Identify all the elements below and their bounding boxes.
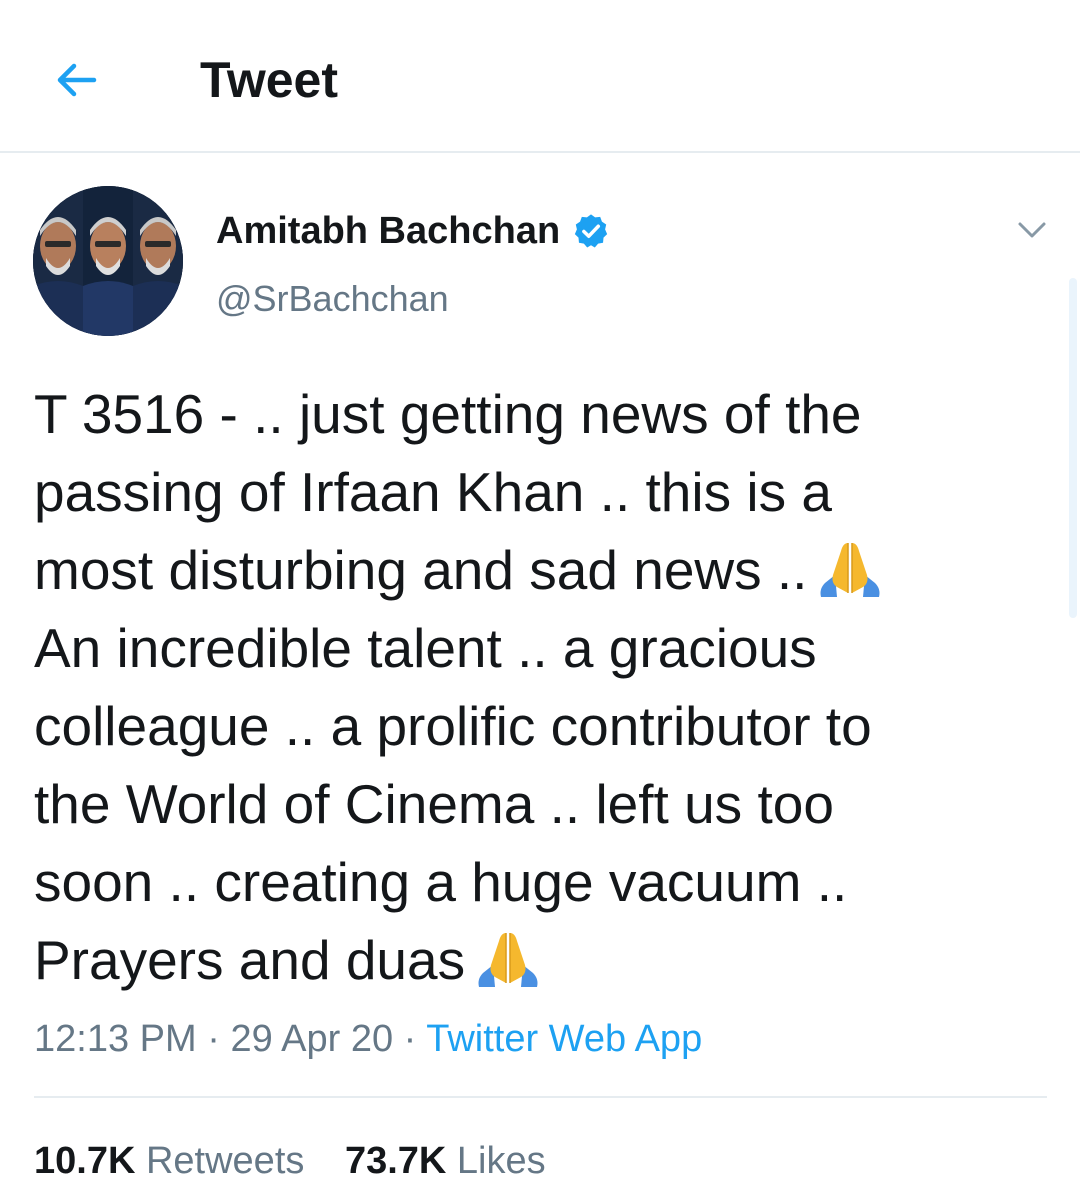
folded-hands-emoji-icon (820, 543, 880, 597)
tweet-line: soon .. creating a huge vacuum .. (34, 851, 848, 913)
retweets-count: 10.7K (34, 1140, 136, 1182)
back-button[interactable] (36, 40, 116, 120)
tweet-line: colleague .. a prolific contributor to (34, 695, 872, 757)
tweet-time: 12:13 PM (34, 1018, 197, 1060)
likes-stat[interactable]: 73.7K Likes (345, 1137, 546, 1185)
top-app-bar: Tweet (0, 0, 1080, 153)
page-title: Tweet (200, 52, 338, 108)
retweets-label: Retweets (145, 1140, 305, 1182)
meta-separator: · (393, 1018, 427, 1060)
tweet-source-link[interactable]: Twitter Web App (426, 1018, 702, 1060)
divider (34, 1096, 1047, 1098)
display-name: Amitabh Bachchan (216, 209, 561, 252)
tweet-text: T 3516 - .. just getting news of the pas… (34, 375, 1024, 999)
likes-label: Likes (456, 1140, 546, 1182)
avatar[interactable] (33, 186, 183, 336)
folded-hands-emoji-icon (478, 933, 538, 987)
tweet-line: most disturbing and sad news .. (34, 539, 808, 601)
likes-count: 73.7K (344, 1140, 447, 1182)
tweet-date: 29 Apr 20 (230, 1018, 394, 1060)
tweet-meta: 12:13 PM · 29 Apr 20 · Twitter Web App (34, 1015, 702, 1063)
tweet-line-with-emoji: Prayers and duas (34, 921, 1024, 999)
tweet-line: T 3516 - .. just getting news of the (34, 383, 862, 445)
author-handle[interactable]: @SrBachchan (216, 276, 449, 322)
tweet-stats: 10.7K Retweets 73.7K Likes (34, 1137, 576, 1185)
tweet-line: An incredible talent .. a gracious (34, 617, 817, 679)
scrollbar[interactable] (1069, 278, 1077, 618)
chevron-down-icon[interactable] (1010, 208, 1054, 252)
arrow-left-icon (57, 63, 97, 97)
retweets-stat[interactable]: 10.7K Retweets (34, 1137, 304, 1185)
tweet-line-with-emoji: most disturbing and sad news .. (34, 531, 1024, 609)
author-name-row[interactable]: Amitabh Bachchan (216, 206, 610, 256)
profile-photo (33, 186, 183, 336)
tweet-line: the World of Cinema .. left us too (34, 773, 834, 835)
meta-separator: · (196, 1018, 231, 1060)
tweet-line: passing of Irfaan Khan .. this is a (34, 461, 832, 523)
tweet-line: Prayers and duas (34, 929, 466, 991)
verified-badge-icon (575, 214, 608, 248)
